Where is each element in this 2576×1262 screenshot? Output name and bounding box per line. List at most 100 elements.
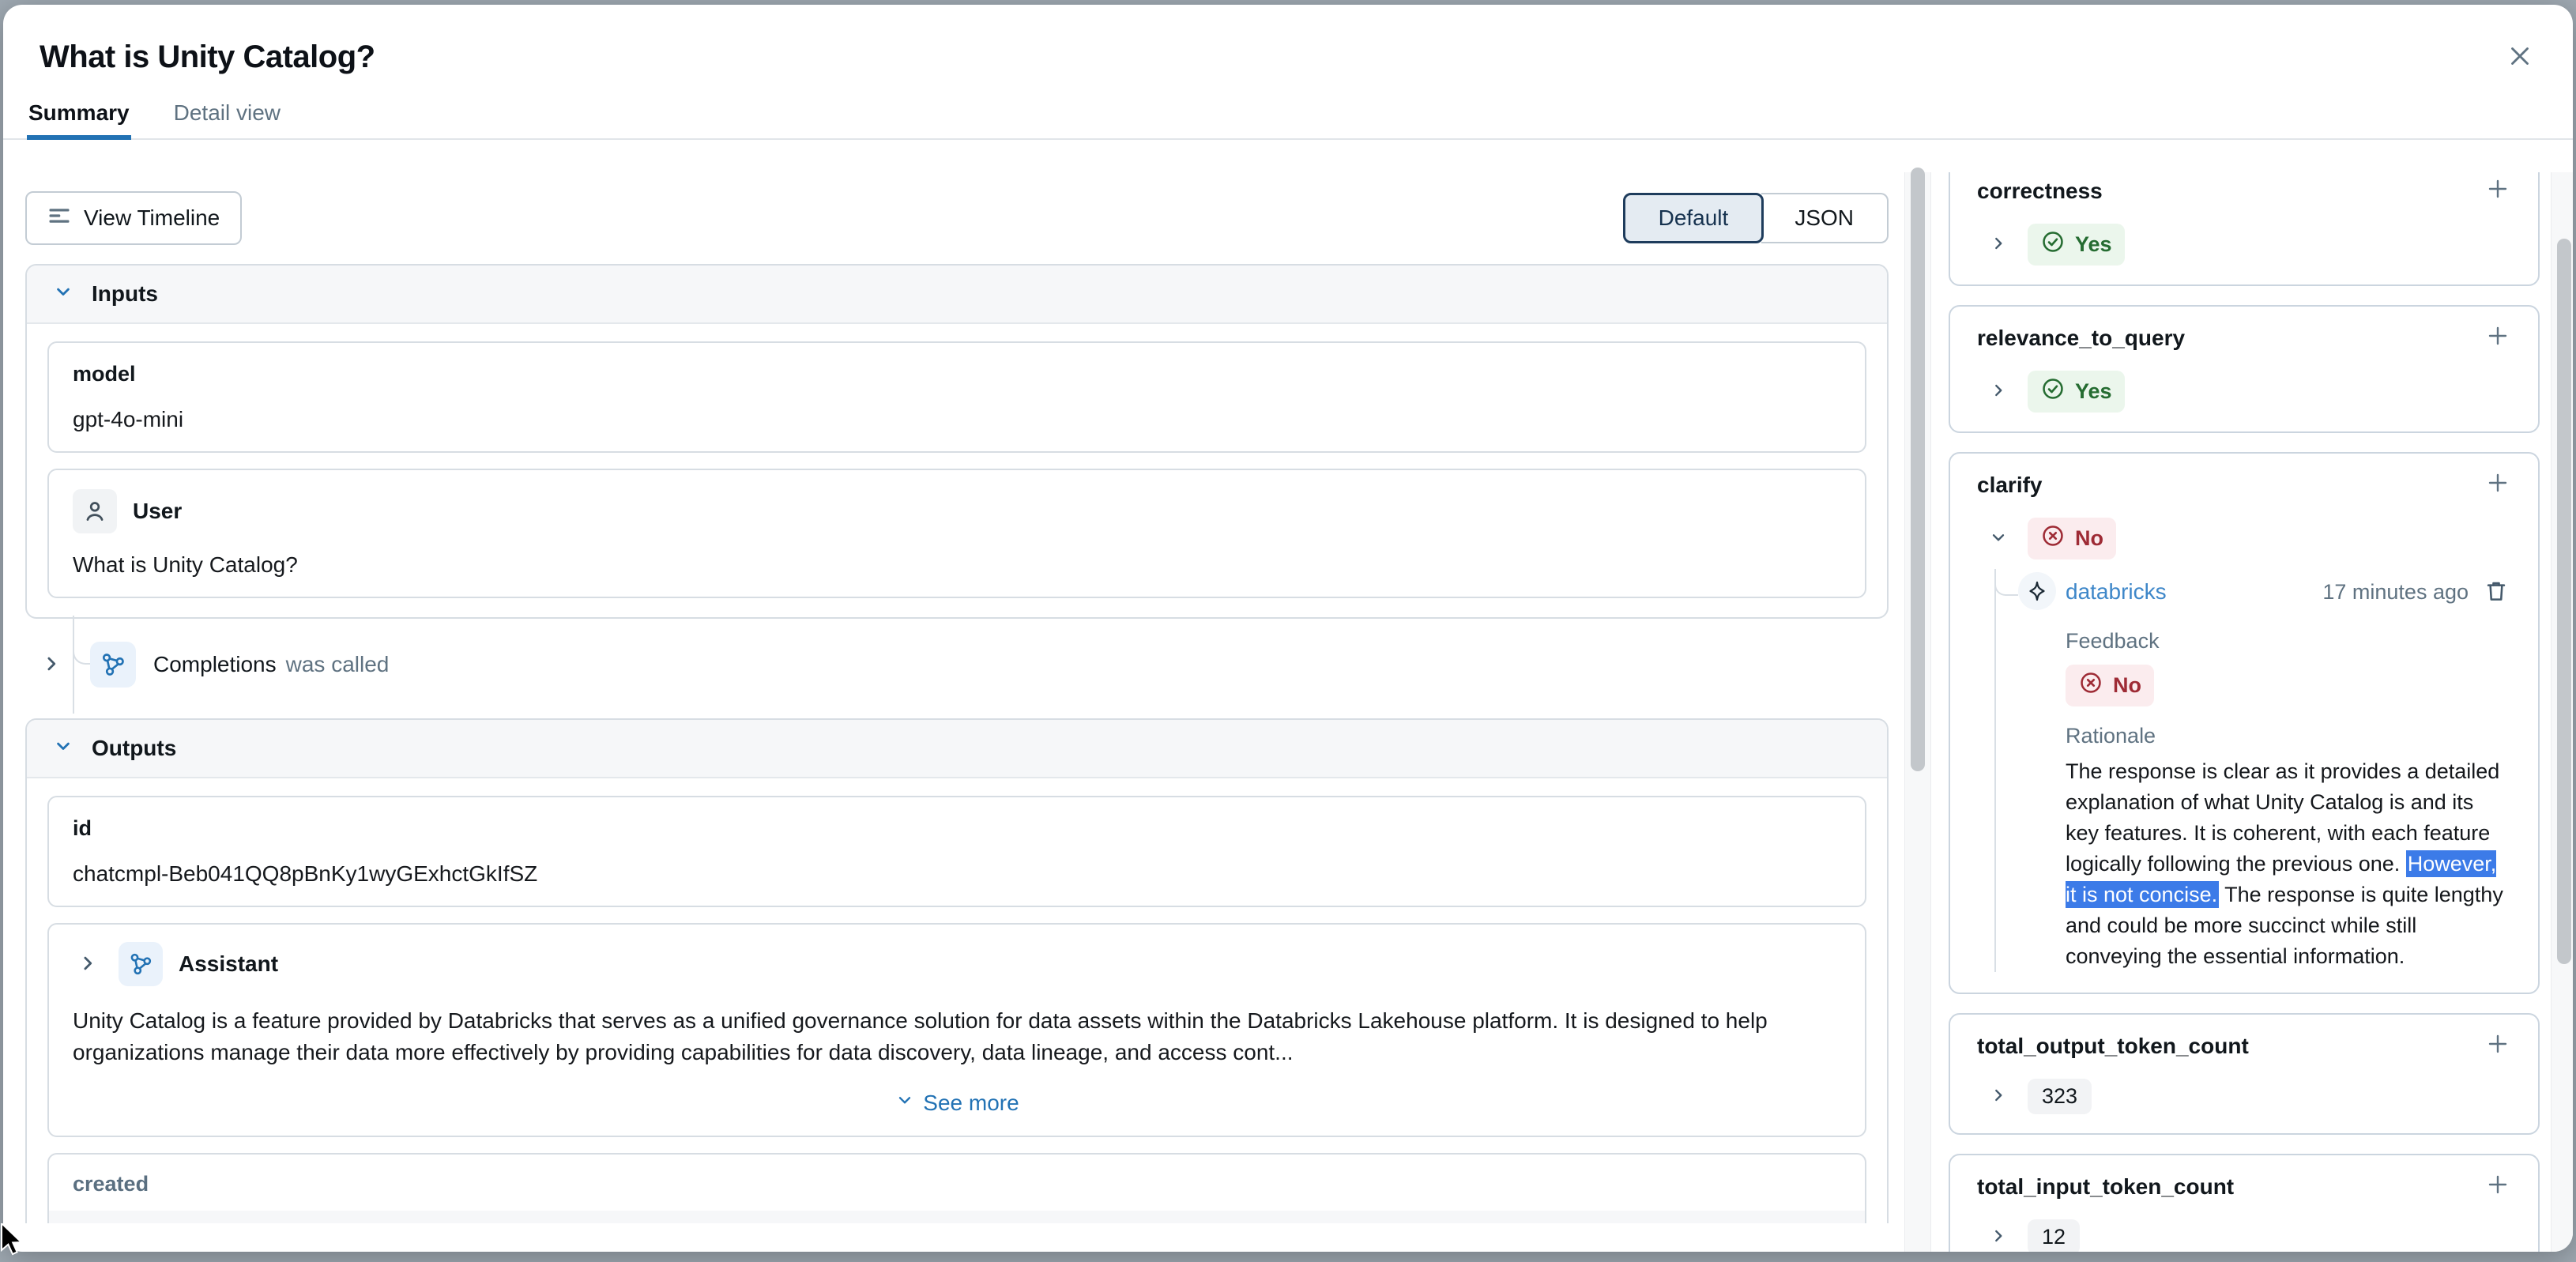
created-field-card: created 1 1749015048	[47, 1153, 1866, 1223]
assessment-value: Yes	[2075, 232, 2112, 257]
add-assessment-button[interactable]	[2484, 1030, 2511, 1060]
span-name[interactable]: Completions	[153, 652, 277, 677]
user-icon	[73, 489, 117, 533]
assessment-value-badge: No	[2028, 518, 2116, 559]
view-timeline-button[interactable]: View Timeline	[25, 191, 242, 245]
span-suffix: was called	[286, 652, 390, 677]
feedback-source-link[interactable]: databricks	[2066, 579, 2167, 605]
expand-chevron-icon[interactable]	[1987, 379, 2010, 405]
assessment-feedback-thread: databricks 17 minutes ago Feedback	[1994, 572, 2511, 972]
tab-bar: Summary Detail view	[3, 100, 2573, 140]
feedback-label: Feedback	[2066, 629, 2511, 654]
rationale-text: The response is clear as it provides a d…	[2066, 756, 2511, 972]
add-assessment-button[interactable]	[2484, 322, 2511, 352]
view-mode-toggle: Default JSON	[1623, 193, 1889, 243]
expand-chevron-icon[interactable]	[1987, 232, 2010, 258]
expand-chevron-icon[interactable]	[73, 948, 103, 981]
outputs-section-title: Outputs	[92, 736, 176, 761]
expand-chevron-icon[interactable]	[36, 649, 66, 681]
assessment-value: No	[2075, 526, 2103, 551]
outputs-section: Outputs id chatcmpl-Beb041QQ8pBnKy1wyGEx…	[25, 718, 1889, 1223]
view-mode-default[interactable]: Default	[1623, 193, 1764, 243]
check-circle-icon	[2040, 229, 2066, 260]
assessment-card-clarify: clarify No	[1949, 452, 2540, 994]
outputs-section-header[interactable]: Outputs	[27, 720, 1887, 778]
field-label: created	[49, 1155, 1865, 1211]
chevron-down-icon	[52, 735, 74, 763]
add-assessment-button[interactable]	[2484, 1171, 2511, 1200]
toolbar: View Timeline Default JSON	[25, 191, 1889, 245]
main-scrollbar-thumb[interactable]	[1911, 168, 1925, 771]
outputs-section-body: id chatcmpl-Beb041QQ8pBnKy1wyGExhctGkIfS…	[27, 778, 1887, 1223]
plus-icon	[2484, 340, 2511, 352]
inputs-section-title: Inputs	[92, 281, 158, 307]
assessment-value: Yes	[2075, 379, 2112, 404]
mouse-cursor	[0, 1223, 32, 1262]
panel-scrollbar-thumb[interactable]	[2557, 239, 2571, 964]
assessment-card-correctness: correctness Yes	[1949, 172, 2540, 286]
check-circle-icon	[2040, 376, 2066, 407]
completions-span-row: Completions was called	[25, 630, 1889, 699]
inputs-section: Inputs model gpt-4o-mini User	[25, 264, 1889, 619]
chevron-down-icon	[52, 281, 74, 308]
role-name: User	[133, 499, 182, 524]
content-area: View Timeline Default JSON Inputs mo	[3, 172, 2573, 1252]
expand-chevron-icon[interactable]	[1987, 1083, 2010, 1109]
assessment-value-badge: 323	[2028, 1079, 2092, 1114]
feedback-value-badge: No	[2066, 665, 2154, 706]
see-more-button[interactable]: See more	[73, 1089, 1841, 1117]
assessment-card-relevance: relevance_to_query Yes	[1949, 305, 2540, 433]
plus-icon	[2484, 1189, 2511, 1200]
x-circle-icon	[2040, 523, 2066, 554]
delete-feedback-button[interactable]	[2481, 576, 2511, 608]
view-mode-json[interactable]: JSON	[1761, 193, 1889, 243]
collapse-chevron-icon[interactable]	[1987, 526, 2010, 552]
assessment-title: clarify	[1977, 473, 2043, 498]
code-block: 1 1749015048	[49, 1211, 1865, 1223]
tab-summary[interactable]: Summary	[27, 100, 131, 138]
inputs-section-body: model gpt-4o-mini User What is Unity Cat…	[27, 324, 1887, 617]
user-role-row: User	[73, 489, 1841, 533]
plus-icon	[2484, 1048, 2511, 1060]
add-assessment-button[interactable]	[2484, 469, 2511, 499]
feedback-header-row: databricks 17 minutes ago	[2066, 572, 2511, 612]
model-field-card: model gpt-4o-mini	[47, 341, 1866, 453]
add-assessment-button[interactable]	[2484, 175, 2511, 205]
completions-model-icon	[90, 642, 136, 688]
see-more-label: See more	[923, 1091, 1019, 1116]
assessment-value-badge: Yes	[2028, 224, 2125, 266]
user-message-card: User What is Unity Catalog?	[47, 469, 1866, 598]
modal-header: What is Unity Catalog?	[3, 5, 2573, 75]
sparkle-icon	[2018, 572, 2056, 610]
assistant-role-row: Assistant	[73, 942, 1841, 986]
plus-icon	[2484, 487, 2511, 499]
assessment-value-badge: 12	[2028, 1219, 2080, 1252]
timeline-icon	[47, 204, 71, 233]
tab-detail-view-label: Detail view	[174, 100, 281, 125]
plus-icon	[2484, 193, 2511, 205]
field-label: model	[73, 362, 1841, 386]
inputs-section-header[interactable]: Inputs	[27, 266, 1887, 324]
assessments-panel: correctness Yes	[1949, 172, 2540, 1252]
assistant-model-icon	[119, 942, 163, 986]
tab-detail-view[interactable]: Detail view	[172, 100, 282, 138]
panel-scrollbar	[2551, 172, 2573, 1252]
assessment-card-output-tokens: total_output_token_count 323	[1949, 1013, 2540, 1135]
field-value: chatcmpl-Beb041QQ8pBnKy1wyGExhctGkIfSZ	[73, 861, 1841, 887]
assessment-card-input-tokens: total_input_token_count 12	[1949, 1154, 2540, 1252]
assessment-title: relevance_to_query	[1977, 326, 2185, 351]
tab-summary-label: Summary	[28, 100, 130, 125]
view-timeline-label: View Timeline	[84, 205, 220, 231]
assessment-value-badge: Yes	[2028, 371, 2125, 413]
main-panel: View Timeline Default JSON Inputs mo	[25, 172, 1889, 1223]
close-button[interactable]	[2502, 38, 2538, 74]
assessment-title: total_input_token_count	[1977, 1174, 2234, 1200]
feedback-value: No	[2113, 673, 2141, 698]
id-field-card: id chatcmpl-Beb041QQ8pBnKy1wyGExhctGkIfS…	[47, 796, 1866, 907]
assistant-message-text: Unity Catalog is a feature provided by D…	[73, 1005, 1841, 1068]
assistant-message-card: Assistant Unity Catalog is a feature pro…	[47, 923, 1866, 1137]
expand-chevron-icon[interactable]	[1987, 1224, 2010, 1250]
field-label: id	[73, 816, 1841, 841]
trace-detail-modal: What is Unity Catalog? Summary Detail vi…	[3, 5, 2573, 1252]
page-title: What is Unity Catalog?	[40, 40, 2536, 75]
